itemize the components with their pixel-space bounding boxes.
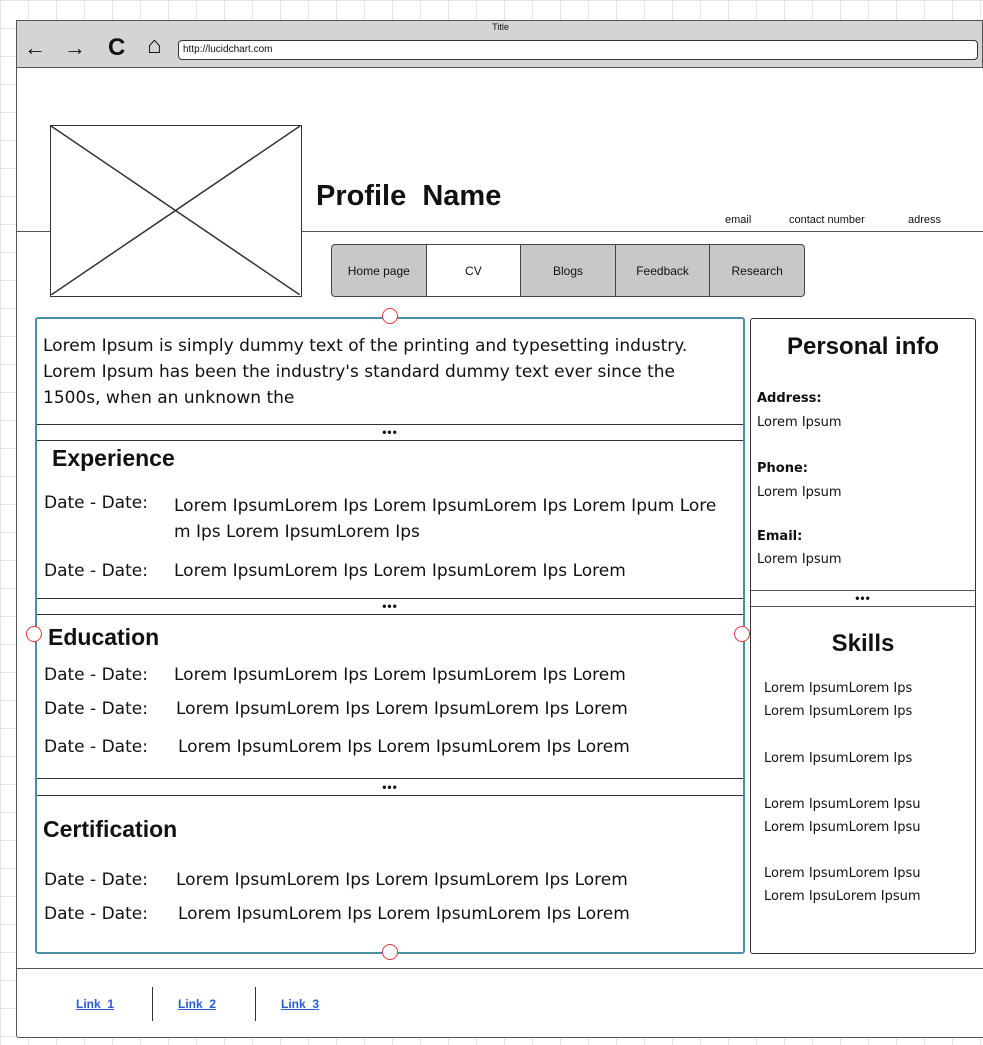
tab-research[interactable]: Research <box>710 245 804 296</box>
address-value: Lorem Ipsum <box>757 415 842 430</box>
forward-arrow-icon[interactable]: → <box>64 37 86 59</box>
email-value: Lorem Ipsum <box>757 552 842 567</box>
contact-number[interactable]: contact number <box>789 214 865 226</box>
skill-item: Lorem IpsumLorem Ips <box>764 681 913 696</box>
nav-tabs: Home page CV Blogs Feedback Research <box>331 244 805 297</box>
section-divider <box>37 614 743 615</box>
skill-item: Lorem IpsumLorem Ips <box>764 751 913 766</box>
experience-date: Date - Date: <box>44 561 148 581</box>
experience-date: Date - Date: <box>44 493 148 513</box>
education-date: Date - Date: <box>44 737 148 757</box>
footer-link-2[interactable]: Link_2 <box>178 997 216 1011</box>
experience-text: Lorem IpsumLorem Ips Lorem IpsumLorem Ip… <box>174 496 717 542</box>
skill-item: Lorem IpsumLorem Ipsu <box>764 797 921 812</box>
image-placeholder-icon <box>51 126 300 295</box>
window-title: Title <box>492 22 509 32</box>
experience-text: Lorem IpsumLorem Ips Lorem IpsumLorem Ip… <box>174 561 626 581</box>
certification-date: Date - Date: <box>44 904 148 924</box>
more-dots[interactable]: ••• <box>375 781 405 793</box>
more-dots[interactable]: ••• <box>375 426 405 438</box>
skill-item: Lorem IpsumLorem Ipsu <box>764 820 921 835</box>
section-divider <box>37 778 743 779</box>
resize-handle-bottom[interactable] <box>382 944 398 960</box>
footer-divider <box>16 968 983 969</box>
url-bar[interactable]: http://lucidchart.com <box>178 40 978 60</box>
tab-home-page[interactable]: Home page <box>332 245 427 296</box>
education-text: Lorem IpsumLorem Ips Lorem IpsumLorem Ip… <box>178 737 630 757</box>
home-icon[interactable]: ⌂ <box>147 34 162 58</box>
phone-value: Lorem Ipsum <box>757 485 842 500</box>
footer-link-1[interactable]: Link_1 <box>76 997 114 1011</box>
footer-link-3[interactable]: Link_3 <box>281 997 319 1011</box>
resize-handle-right[interactable] <box>734 626 750 642</box>
education-date: Date - Date: <box>44 665 148 685</box>
education-date: Date - Date: <box>44 699 148 719</box>
experience-heading: Experience <box>52 445 175 471</box>
skill-item: Lorem IpsumLorem Ipsu <box>764 866 921 881</box>
refresh-icon[interactable]: C <box>108 36 125 60</box>
certification-heading: Certification <box>43 816 178 842</box>
contact-email[interactable]: email <box>725 214 751 226</box>
phone-label: Phone: <box>757 461 808 476</box>
profile-image-placeholder <box>50 125 302 297</box>
more-dots[interactable]: ••• <box>848 592 878 604</box>
personal-info-title: Personal info <box>786 333 940 360</box>
footer-separator <box>152 987 153 1021</box>
section-divider <box>37 440 743 441</box>
education-text: Lorem IpsumLorem Ips Lorem IpsumLorem Ip… <box>176 699 628 719</box>
education-text: Lorem IpsumLorem Ips Lorem IpsumLorem Ip… <box>174 665 626 685</box>
contact-address[interactable]: adress <box>908 214 941 226</box>
certification-date: Date - Date: <box>44 870 148 890</box>
profile-name: Profile Name <box>316 180 502 212</box>
tab-cv[interactable]: CV <box>426 245 522 296</box>
tab-blogs[interactable]: Blogs <box>521 245 616 296</box>
certification-text: Lorem IpsumLorem Ips Lorem IpsumLorem Ip… <box>178 904 630 924</box>
more-dots[interactable]: ••• <box>375 600 405 612</box>
education-heading: Education <box>48 624 160 650</box>
resize-handle-top[interactable] <box>382 308 398 324</box>
tab-feedback[interactable]: Feedback <box>616 245 711 296</box>
back-arrow-icon[interactable]: ← <box>24 37 46 59</box>
address-label: Address: <box>757 391 822 406</box>
side-divider <box>751 606 975 607</box>
skill-item: Lorem IpsumLorem Ips <box>764 704 913 719</box>
certification-text: Lorem IpsumLorem Ips Lorem IpsumLorem Ip… <box>176 870 628 890</box>
section-divider <box>37 795 743 796</box>
resize-handle-left[interactable] <box>26 626 42 642</box>
email-label: Email: <box>757 529 803 544</box>
intro-text: Lorem Ipsum is simply dummy text of the … <box>43 336 688 408</box>
skill-item: Lorem IpsuLorem Ipsum <box>764 889 921 904</box>
skills-title: Skills <box>831 630 895 657</box>
footer-separator <box>255 987 256 1021</box>
